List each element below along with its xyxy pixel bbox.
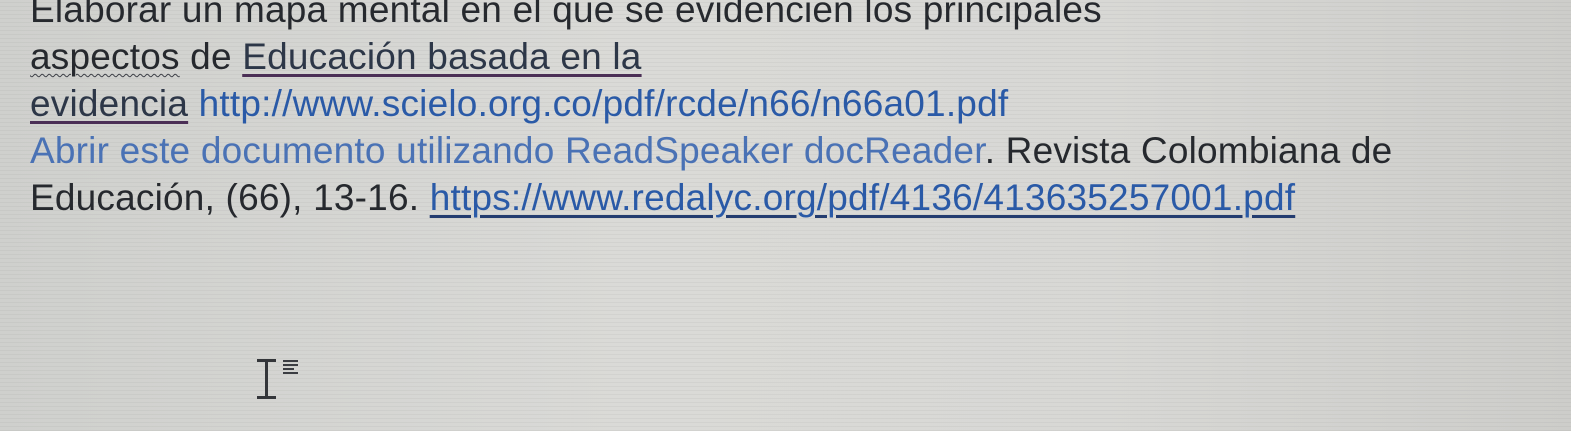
- scielo-url-link[interactable]: http://www.scielo.org.co/pdf/rcde/n66/n6…: [199, 83, 1009, 124]
- text-line-1: Elaborar un mapa mental en el que se evi…: [30, 0, 1560, 33]
- document-screen: Elaborar un mapa mental en el que se evi…: [0, 0, 1571, 431]
- text-cursor-icon: [254, 356, 280, 402]
- citation-text: Educación, (66), 13-16.: [30, 177, 430, 218]
- topic-link[interactable]: Educación basada en la: [242, 36, 641, 77]
- journal-name-text: . Revista Colombiana de: [984, 130, 1393, 171]
- connector-text: de: [179, 36, 243, 77]
- text-line-5: Educación, (66), 13-16. https://www.reda…: [30, 174, 1560, 221]
- text-line-3: evidencia http://www.scielo.org.co/pdf/r…: [30, 80, 1560, 127]
- text-line-4: Abrir este documento utilizando ReadSpea…: [30, 127, 1560, 174]
- instruction-text: Elaborar un mapa mental en el que se evi…: [30, 0, 1102, 30]
- readspeaker-link[interactable]: Abrir este documento utilizando ReadSpea…: [30, 130, 985, 171]
- spellcheck-word[interactable]: aspectos: [30, 36, 180, 77]
- mouse-cursor: [254, 356, 314, 404]
- topic-link-continued[interactable]: evidencia: [30, 83, 188, 124]
- text-line-2: aspectos de Educación basada en la: [30, 33, 1560, 80]
- redalyc-url-link[interactable]: https://www.redalyc.org/pdf/4136/4136352…: [430, 177, 1296, 218]
- align-lines-icon: [283, 360, 299, 374]
- document-body[interactable]: Elaborar un mapa mental en el que se evi…: [30, 0, 1560, 221]
